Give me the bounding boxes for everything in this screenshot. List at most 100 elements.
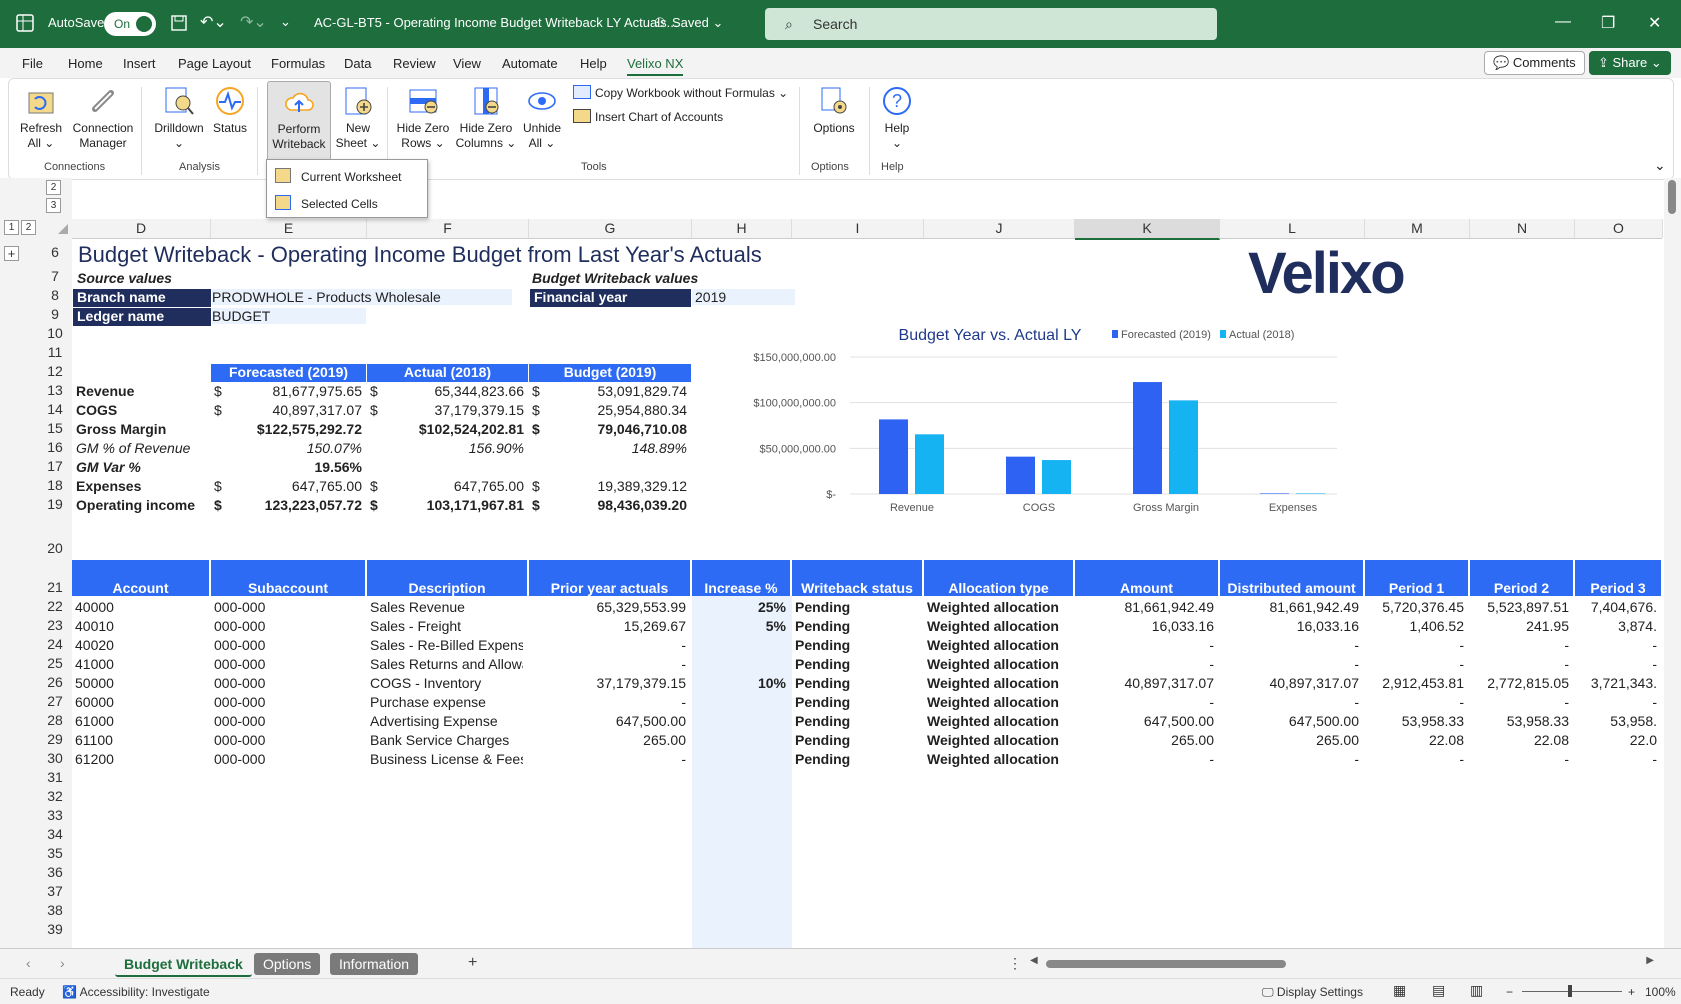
budget-values-label[interactable]: Budget Writeback values: [532, 270, 698, 286]
cell-distributed-amount[interactable]: -: [1223, 656, 1359, 672]
cell-writeback-status[interactable]: Pending: [795, 618, 918, 634]
summary-header-forecasted[interactable]: Forecasted (2019): [211, 364, 366, 382]
actual-value[interactable]: 65,344,823.66: [384, 383, 524, 399]
hide-zero-rows-button[interactable]: Hide Zero Rows ⌄: [393, 85, 453, 151]
vertical-scrollbar[interactable]: [1664, 178, 1681, 948]
cell-subaccount[interactable]: 000-000: [214, 618, 361, 634]
undo-icon[interactable]: ↶⌄: [200, 12, 227, 32]
row-header[interactable]: 26: [40, 674, 70, 690]
currency-symbol[interactable]: $: [370, 383, 384, 399]
menu-formulas[interactable]: Formulas: [271, 56, 325, 71]
cell-subaccount[interactable]: 000-000: [214, 732, 361, 748]
menu-home[interactable]: Home: [68, 56, 103, 71]
row-header[interactable]: 17: [40, 458, 70, 474]
summary-label[interactable]: Operating income: [76, 497, 211, 513]
row-header[interactable]: 27: [40, 693, 70, 709]
forecasted-value[interactable]: 19.56%: [228, 459, 362, 475]
cell-distributed-amount[interactable]: 40,897,317.07: [1223, 675, 1359, 691]
currency-symbol[interactable]: $: [214, 497, 228, 513]
cell-prior-year-actuals[interactable]: 265.00: [532, 732, 686, 748]
cell-increase-pct[interactable]: 5%: [695, 618, 786, 634]
help-button[interactable]: ? Help ⌄: [877, 85, 917, 151]
row-header[interactable]: 34: [40, 826, 70, 842]
cell-description[interactable]: COGS - Inventory: [370, 675, 523, 691]
menu-view[interactable]: View: [453, 56, 481, 71]
row-header[interactable]: 29: [40, 731, 70, 747]
financial-year-label[interactable]: Financial year: [530, 289, 691, 307]
cell-period-3[interactable]: -: [1578, 751, 1657, 767]
zoom-in-icon[interactable]: +: [1628, 985, 1635, 999]
cell-period-1[interactable]: -: [1368, 637, 1464, 653]
row-header[interactable]: 6: [40, 244, 70, 260]
new-sheet-button[interactable]: New Sheet ⌄: [335, 85, 381, 151]
comments-button[interactable]: 💬 Comments: [1484, 51, 1585, 75]
cell-subaccount[interactable]: 000-000: [214, 751, 361, 767]
sheet-title[interactable]: Budget Writeback - Operating Income Budg…: [78, 242, 762, 268]
cell-period-3[interactable]: 22.0: [1578, 732, 1657, 748]
menu-automate[interactable]: Automate: [502, 56, 558, 71]
table-header-account[interactable]: Account: [72, 560, 210, 596]
cell-description[interactable]: Advertising Expense: [370, 713, 523, 729]
cell-distributed-amount[interactable]: 647,500.00: [1223, 713, 1359, 729]
cell-account[interactable]: 60000: [75, 694, 205, 710]
unhide-all-button[interactable]: Unhide All ⌄: [519, 85, 565, 151]
currency-symbol[interactable]: $: [370, 497, 384, 513]
cell-distributed-amount[interactable]: 81,661,942.49: [1223, 599, 1359, 615]
forecasted-value[interactable]: $122,575,292.72: [228, 421, 362, 437]
cell-distributed-amount[interactable]: 16,033.16: [1223, 618, 1359, 634]
actual-value[interactable]: $102,524,202.81: [384, 421, 524, 437]
summary-label[interactable]: GM Var %: [76, 459, 211, 475]
table-header-allocation-type[interactable]: Allocation type: [924, 560, 1074, 596]
cell-account[interactable]: 40010: [75, 618, 205, 634]
cell-account[interactable]: 41000: [75, 656, 205, 672]
minimize-icon[interactable]: —: [1555, 13, 1571, 31]
row-header[interactable]: 19: [40, 496, 70, 512]
cell-period-1[interactable]: 2,912,453.81: [1368, 675, 1464, 691]
financial-year-value[interactable]: 2019: [692, 289, 795, 305]
insert-chart-of-accounts-button[interactable]: Insert Chart of Accounts: [573, 109, 723, 125]
budget-value[interactable]: 98,436,039.20: [546, 497, 687, 513]
summary-header-actual[interactable]: Actual (2018): [367, 364, 528, 382]
row-header[interactable]: 12: [40, 363, 70, 379]
row-header[interactable]: 10: [40, 325, 70, 341]
budget-value[interactable]: 53,091,829.74: [546, 383, 687, 399]
row-header[interactable]: 7: [40, 268, 70, 284]
cell-allocation-type[interactable]: Weighted allocation: [927, 618, 1069, 634]
table-header-description[interactable]: Description: [367, 560, 528, 596]
horizontal-scrollbar[interactable]: ◀ ▶: [1030, 955, 1654, 971]
currency-symbol[interactable]: $: [214, 383, 228, 399]
row-header[interactable]: 35: [40, 845, 70, 861]
cell-description[interactable]: Sales - Freight: [370, 618, 523, 634]
currency-symbol[interactable]: $: [532, 497, 546, 513]
table-header-writeback-status[interactable]: Writeback status: [792, 560, 923, 596]
currency-symbol[interactable]: $: [214, 478, 228, 494]
cell-subaccount[interactable]: 000-000: [214, 694, 361, 710]
menu-velixo-nx[interactable]: Velixo NX: [627, 56, 684, 76]
cell-amount[interactable]: 40,897,317.07: [1078, 675, 1214, 691]
cell-account[interactable]: 61100: [75, 732, 205, 748]
budget-value[interactable]: 148.89%: [546, 440, 687, 456]
cell-period-2[interactable]: 5,523,897.51: [1473, 599, 1569, 615]
cell-increase-pct[interactable]: 10%: [695, 675, 786, 691]
cell-period-2[interactable]: -: [1473, 637, 1569, 653]
summary-label[interactable]: Gross Margin: [76, 421, 211, 437]
collapse-ribbon-icon[interactable]: ⌄: [1654, 157, 1666, 174]
col-header-g[interactable]: G: [529, 219, 692, 238]
cell-writeback-status[interactable]: Pending: [795, 732, 918, 748]
row-header[interactable]: 14: [40, 401, 70, 417]
cell-period-2[interactable]: -: [1473, 656, 1569, 672]
zoom-level[interactable]: 100%: [1645, 985, 1676, 999]
scroll-left-arrow-icon[interactable]: ◀: [1030, 955, 1038, 966]
branch-name-value[interactable]: PRODWHOLE - Products Wholesale: [212, 289, 512, 305]
ledger-name-label[interactable]: Ledger name: [73, 308, 211, 326]
col-header-h[interactable]: H: [692, 219, 792, 238]
redo-icon[interactable]: ↷⌄: [240, 12, 267, 32]
cell-account[interactable]: 40000: [75, 599, 205, 615]
close-icon[interactable]: ✕: [1648, 13, 1661, 33]
row-header[interactable]: 33: [40, 807, 70, 823]
cell-increase-pct[interactable]: 25%: [695, 599, 786, 615]
currency-symbol[interactable]: $: [370, 478, 384, 494]
outline-expand-button[interactable]: +: [4, 246, 19, 261]
tab-budget-writeback[interactable]: Budget Writeback: [115, 953, 252, 977]
source-values-label[interactable]: Source values: [77, 270, 172, 286]
